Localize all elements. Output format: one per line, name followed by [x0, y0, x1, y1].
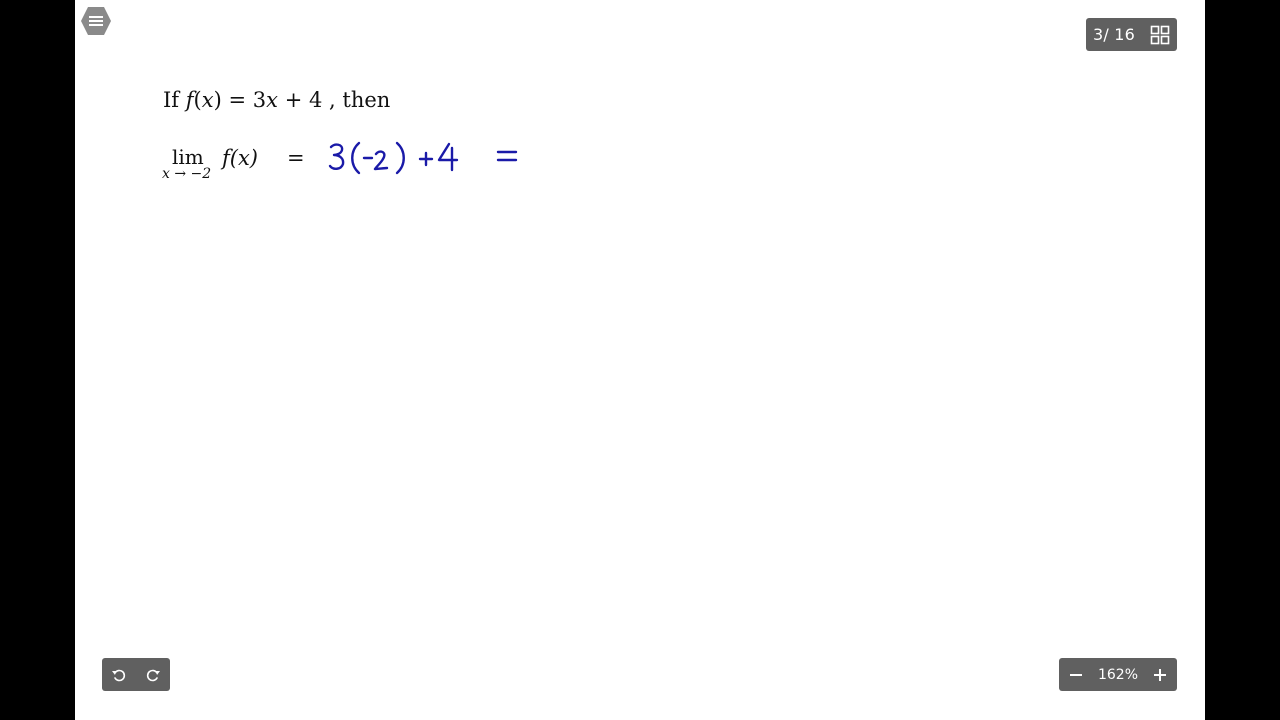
history-controls [102, 658, 170, 691]
redo-button[interactable] [136, 658, 170, 691]
menu-icon [81, 7, 111, 35]
zoom-in-button[interactable] [1143, 658, 1177, 691]
zoom-out-icon [1070, 673, 1082, 676]
if-word: If [163, 88, 180, 112]
problem-statement: If f(x) = 3x + 4 , then [163, 88, 390, 112]
grid-view-icon[interactable] [1150, 25, 1170, 45]
limit-expression: f(x) [222, 146, 259, 170]
redo-icon [146, 669, 160, 681]
left-paren: ( [193, 88, 202, 112]
zoom-out-button[interactable] [1059, 658, 1093, 691]
coefficient: 3 [252, 88, 267, 112]
function-name: f [185, 88, 194, 112]
plus-sign: + [284, 88, 303, 112]
page-counter-text: 3/ 16 [1093, 25, 1136, 44]
equals-sign: = [228, 88, 247, 112]
zoom-in-icon [1154, 668, 1166, 681]
menu-button[interactable] [80, 5, 111, 35]
limit-equals: = [287, 146, 305, 170]
undo-icon [112, 669, 126, 681]
zoom-controls: 162% [1059, 658, 1177, 691]
zoom-level: 162% [1097, 666, 1139, 683]
lim-subscript: x → −2 [162, 166, 212, 182]
constant: 4 [308, 88, 323, 112]
handwritten-answer [328, 141, 518, 175]
right-paren: ) [213, 88, 222, 112]
page-counter: 3/ 16 [1086, 18, 1177, 51]
function-var: x [201, 88, 214, 112]
undo-button[interactable] [102, 658, 136, 691]
then-word: , then [329, 88, 391, 112]
rhs-var: x [266, 88, 278, 112]
